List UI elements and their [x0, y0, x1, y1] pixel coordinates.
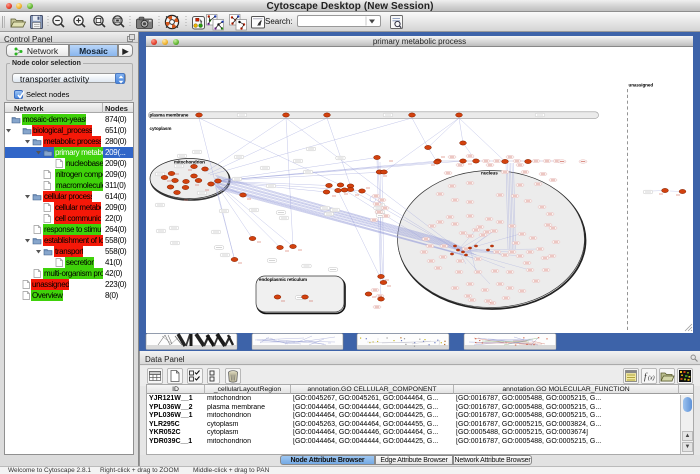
svg-text:(x): (x): [648, 375, 655, 382]
svg-text:nucleus: nucleus: [481, 171, 498, 176]
svg-text:mitochondrion: mitochondrion: [174, 160, 205, 165]
svg-text:cytoplasm: cytoplasm: [150, 126, 172, 131]
svg-text:unassigned: unassigned: [629, 83, 654, 88]
svg-text:plasma membrane: plasma membrane: [150, 113, 189, 118]
svg-text:endoplasmic reticulum: endoplasmic reticulum: [259, 277, 307, 282]
